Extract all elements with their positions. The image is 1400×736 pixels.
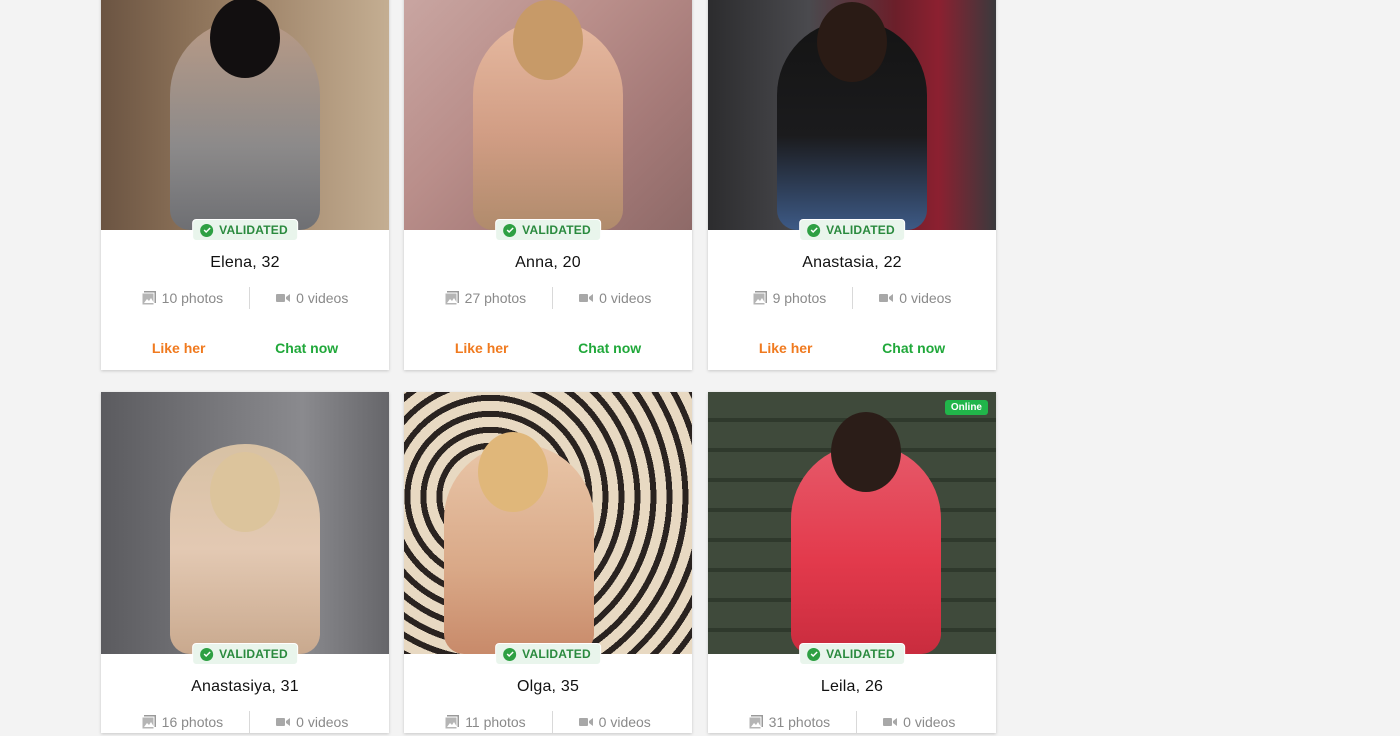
videos-stat: 0 videos [579, 290, 651, 306]
photos-icon [444, 291, 459, 305]
videos-stat: 0 videos [578, 714, 651, 730]
videos-count[interactable]: 0 videos [599, 290, 651, 306]
shield-check-icon [200, 223, 214, 237]
media-stats: 27 photos 0 videos [404, 287, 692, 309]
videos-count[interactable]: 0 videos [296, 714, 348, 730]
profile-card[interactable]: Online VALIDATED Leila, 26 31 photos 0 v… [708, 392, 996, 733]
profile-name[interactable]: Elena, 32 [101, 254, 389, 272]
photos-stat: 16 photos [141, 714, 224, 730]
divider [249, 711, 251, 733]
card-actions: Like her Chat now [404, 340, 692, 370]
profile-photo[interactable] [101, 0, 389, 230]
photos-stat: 10 photos [141, 290, 224, 306]
validated-label: VALIDATED [219, 223, 288, 237]
video-camera-icon [276, 718, 291, 726]
videos-stat: 0 videos [276, 290, 348, 306]
profile-photo[interactable]: Online [708, 392, 996, 654]
like-her-button[interactable]: Like her [152, 340, 206, 356]
profile-photo[interactable] [404, 0, 692, 230]
shield-check-icon [807, 647, 821, 661]
like-her-button[interactable]: Like her [759, 340, 813, 356]
profile-card[interactable]: VALIDATED Anastasia, 22 9 photos 0 video… [708, 0, 996, 370]
videos-stat: 0 videos [879, 290, 951, 306]
shield-check-icon [807, 223, 821, 237]
validated-badge: VALIDATED [799, 643, 905, 665]
validated-label: VALIDATED [826, 223, 895, 237]
profile-name[interactable]: Anastasiya, 31 [101, 678, 389, 696]
validated-badge: VALIDATED [495, 643, 601, 665]
videos-count[interactable]: 0 videos [903, 714, 955, 730]
divider [856, 711, 858, 733]
divider [852, 287, 854, 309]
video-camera-icon [276, 294, 291, 302]
photos-icon [445, 715, 460, 729]
photos-stat: 27 photos [444, 290, 527, 306]
photos-stat: 11 photos [445, 714, 526, 730]
online-badge: Online [944, 400, 988, 415]
photos-count[interactable]: 9 photos [773, 290, 827, 306]
validated-badge: VALIDATED [799, 219, 905, 241]
photos-icon [748, 715, 763, 729]
validated-badge: VALIDATED [192, 643, 298, 665]
photos-icon [141, 715, 156, 729]
media-stats: 16 photos 0 videos [101, 711, 389, 733]
validated-label: VALIDATED [826, 647, 895, 661]
validated-label: VALIDATED [219, 647, 288, 661]
chat-now-button[interactable]: Chat now [578, 340, 641, 356]
photos-stat: 31 photos [748, 714, 831, 730]
profile-photo[interactable] [101, 392, 389, 654]
video-camera-icon [879, 294, 894, 302]
profile-name[interactable]: Olga, 35 [404, 678, 692, 696]
photos-count[interactable]: 16 photos [162, 714, 224, 730]
shield-check-icon [503, 223, 517, 237]
chat-now-button[interactable]: Chat now [275, 340, 338, 356]
video-camera-icon [579, 294, 594, 302]
profile-card[interactable]: VALIDATED Anna, 20 27 photos 0 videos Li… [404, 0, 692, 370]
media-stats: 10 photos 0 videos [101, 287, 389, 309]
profile-card[interactable]: VALIDATED Elena, 32 10 photos 0 videos L… [101, 0, 389, 370]
photos-stat: 9 photos [752, 290, 827, 306]
divider [551, 711, 553, 733]
videos-count[interactable]: 0 videos [599, 714, 651, 730]
profile-name[interactable]: Leila, 26 [708, 678, 996, 696]
video-camera-icon [883, 718, 898, 726]
shield-check-icon [200, 647, 214, 661]
validated-badge: VALIDATED [192, 219, 298, 241]
photos-count[interactable]: 11 photos [465, 714, 525, 730]
profile-photo[interactable] [708, 0, 996, 230]
validated-badge: VALIDATED [495, 219, 601, 241]
profile-photo[interactable] [404, 392, 692, 654]
media-stats: 9 photos 0 videos [708, 287, 996, 309]
photos-icon [141, 291, 156, 305]
profile-card[interactable]: VALIDATED Olga, 35 11 photos 0 videos [404, 392, 692, 733]
videos-stat: 0 videos [883, 714, 955, 730]
profile-card[interactable]: VALIDATED Anastasiya, 31 16 photos 0 vid… [101, 392, 389, 733]
media-stats: 11 photos 0 videos [404, 711, 692, 733]
photos-count[interactable]: 31 photos [769, 714, 831, 730]
photos-count[interactable]: 10 photos [162, 290, 224, 306]
card-actions: Like her Chat now [708, 340, 996, 370]
chat-now-button[interactable]: Chat now [882, 340, 945, 356]
shield-check-icon [503, 647, 517, 661]
videos-count[interactable]: 0 videos [899, 290, 951, 306]
profile-name[interactable]: Anastasia, 22 [708, 254, 996, 272]
profile-name[interactable]: Anna, 20 [404, 254, 692, 272]
video-camera-icon [578, 718, 593, 726]
media-stats: 31 photos 0 videos [708, 711, 996, 733]
videos-count[interactable]: 0 videos [296, 290, 348, 306]
videos-stat: 0 videos [276, 714, 348, 730]
divider [249, 287, 251, 309]
card-actions: Like her Chat now [101, 340, 389, 370]
divider [552, 287, 554, 309]
photos-icon [752, 291, 767, 305]
validated-label: VALIDATED [522, 647, 591, 661]
validated-label: VALIDATED [522, 223, 591, 237]
like-her-button[interactable]: Like her [455, 340, 509, 356]
photos-count[interactable]: 27 photos [465, 290, 527, 306]
